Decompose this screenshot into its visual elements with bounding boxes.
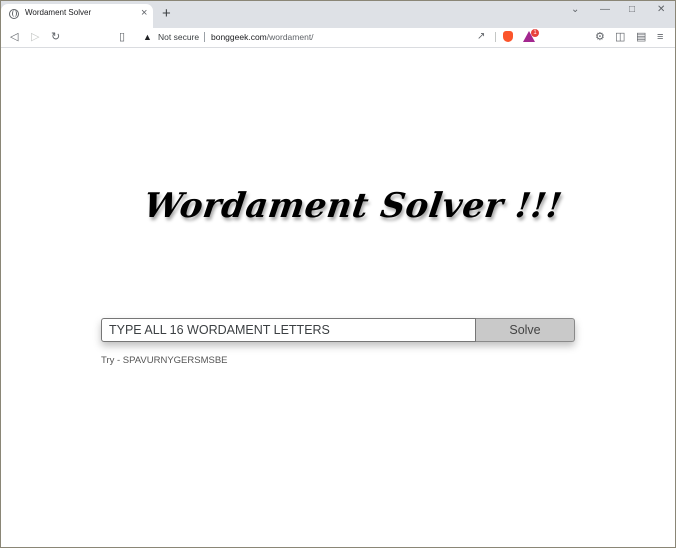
address-divider: [204, 32, 205, 42]
url-text[interactable]: bonggeek.com/wordament/: [211, 32, 314, 42]
sidebar-icon[interactable]: ◫: [615, 30, 625, 44]
not-secure-label[interactable]: Not secure: [158, 32, 199, 42]
tab-strip: Wordament Solver × + ⌄ — □ ✕: [1, 1, 675, 28]
extensions-icon[interactable]: ⚙: [595, 30, 605, 44]
globe-icon: [9, 9, 19, 19]
page-content: Wordament Solver !!! Solve Try - SPAVURN…: [1, 48, 675, 547]
solve-button[interactable]: Solve: [476, 318, 575, 342]
maximize-icon[interactable]: □: [629, 4, 635, 16]
browser-toolbar: ◁ ▷ ↻ ▯ ▲ Not secure bonggeek.com/wordam…: [1, 28, 675, 48]
reload-icon[interactable]: ↻: [51, 30, 60, 44]
notification-badge: 1: [531, 29, 539, 37]
minimize-icon[interactable]: —: [600, 4, 610, 16]
close-window-icon[interactable]: ✕: [657, 4, 665, 16]
solver-form: Solve: [101, 318, 575, 342]
wallet-icon[interactable]: ▤: [636, 30, 646, 44]
tab-wordament-solver[interactable]: Wordament Solver ×: [1, 4, 153, 28]
bookmark-icon[interactable]: ▯: [119, 30, 125, 44]
url-host: bonggeek.com: [211, 32, 267, 42]
url-path: /wordament/: [266, 32, 314, 42]
back-icon[interactable]: ◁: [10, 30, 18, 44]
try-hint: Try - SPAVURNYGERSMSBE: [101, 355, 228, 366]
new-tab-button[interactable]: +: [162, 6, 171, 21]
address-bar[interactable]: ▲ Not secure bonggeek.com/wordament/ ↗ 1: [137, 29, 547, 45]
tab-close-icon[interactable]: ×: [141, 6, 147, 20]
warning-icon[interactable]: ▲: [143, 30, 152, 44]
menu-icon[interactable]: ≡: [657, 30, 663, 44]
letters-input[interactable]: [101, 318, 476, 342]
brave-shields-icon[interactable]: [503, 31, 513, 42]
tab-title: Wordament Solver: [25, 8, 92, 17]
tab-search-icon[interactable]: ⌄: [571, 4, 579, 16]
page-title: Wordament Solver !!!: [141, 186, 565, 226]
browser-window: Wordament Solver × + ⌄ — □ ✕ ◁ ▷ ↻ ▯ ▲ N…: [0, 0, 676, 548]
forward-icon[interactable]: ▷: [31, 30, 39, 44]
address-divider-right: [495, 32, 496, 42]
share-icon[interactable]: ↗: [477, 30, 485, 44]
